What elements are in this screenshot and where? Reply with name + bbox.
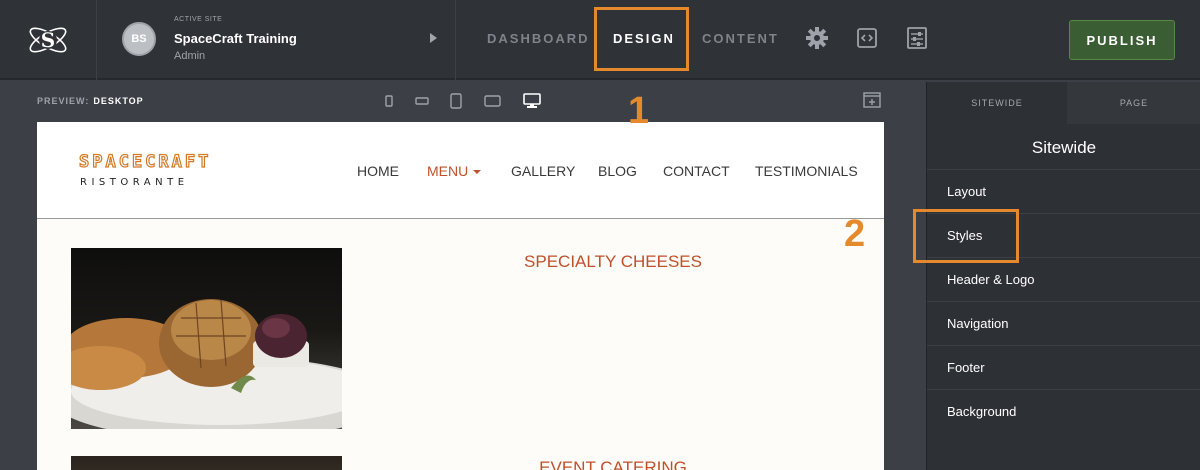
bread-photo[interactable]	[71, 248, 342, 429]
site-nav-gallery[interactable]: GALLERY	[511, 163, 575, 179]
panel-item-layout[interactable]: Layout	[927, 169, 1200, 213]
active-site-switcher[interactable]: BS ACTIVE SITE SpaceCraft Training Admin	[98, 0, 456, 80]
styles-item-highlight	[913, 209, 1019, 263]
site-nav-blog[interactable]: BLOG	[598, 163, 637, 179]
panel-item-label: Layout	[947, 184, 987, 199]
app-logo[interactable]: S	[0, 0, 97, 80]
svg-text:S: S	[41, 28, 55, 52]
section-title-catering: EVENT CATERING	[539, 458, 687, 470]
panel-title: Sitewide	[1031, 138, 1097, 157]
user-role: Admin	[174, 50, 206, 62]
caret-down-icon	[473, 170, 482, 174]
tab-content[interactable]: CONTENT	[702, 31, 779, 46]
sliders-icon[interactable]	[905, 26, 929, 50]
phone-portrait-icon[interactable]	[385, 95, 393, 107]
top-bar: S BS ACTIVE SITE SpaceCraft Training Adm…	[0, 0, 1200, 80]
site-nav-testimonials[interactable]: TESTIMONIALS	[755, 163, 858, 179]
panel-item-label: Footer	[947, 360, 985, 375]
desktop-icon[interactable]	[523, 93, 541, 109]
tab-dashboard[interactable]: DASHBOARD	[487, 31, 590, 46]
add-window-icon[interactable]	[863, 92, 881, 108]
panel-item-footer[interactable]: Footer	[927, 345, 1200, 389]
section-title-cheeses: SPECIALTY CHEESES	[524, 252, 702, 271]
site-nav-contact[interactable]: CONTACT	[663, 163, 730, 179]
site-nav-menu[interactable]: MENU	[427, 163, 482, 179]
panel-item-label: Header & Logo	[947, 272, 1035, 287]
tablet-portrait-icon[interactable]	[450, 93, 462, 109]
publish-button[interactable]: PUBLISH	[1069, 20, 1175, 60]
site-logo-title[interactable]: SPACECRAFT	[78, 151, 211, 172]
code-icon[interactable]	[855, 26, 879, 50]
bread-plate-image	[71, 299, 342, 429]
preview-toolbar: PREVIEW: DESKTOP	[0, 82, 922, 120]
panel-item-label: Background	[947, 404, 1017, 419]
spacecraft-logo-icon: S	[29, 27, 67, 53]
active-site-label: ACTIVE SITE	[174, 16, 223, 23]
callout-number-1: 1	[628, 90, 650, 132]
preview-label: PREVIEW: DESKTOP	[37, 96, 144, 106]
play-arrow-icon[interactable]	[430, 33, 437, 43]
panel-item-navigation[interactable]: Navigation	[927, 301, 1200, 345]
catering-photo[interactable]	[71, 456, 342, 470]
site-preview-frame: SPACECRAFT RISTORANTE HOME MENU GALLERY …	[37, 122, 884, 470]
site-nav-home[interactable]: HOME	[357, 163, 399, 179]
phone-landscape-icon[interactable]	[415, 97, 429, 105]
panel-item-header-logo[interactable]: Header & Logo	[927, 257, 1200, 301]
site-logo-subtitle: RISTORANTE	[80, 177, 189, 188]
gear-icon[interactable]	[805, 26, 829, 50]
site-nav-menu-label: MENU	[427, 163, 469, 179]
active-site-name: SpaceCraft Training	[174, 31, 297, 46]
site-header: SPACECRAFT RISTORANTE HOME MENU GALLERY …	[37, 122, 884, 219]
panel-tab-sitewide[interactable]: SITEWIDE	[927, 82, 1067, 124]
panel-tab-page[interactable]: PAGE	[1067, 82, 1200, 124]
callout-number-2: 2	[844, 213, 866, 255]
design-tab-highlight	[594, 7, 689, 71]
design-side-panel: SITEWIDE PAGE Sitewide Layout Styles Hea…	[926, 82, 1200, 470]
panel-item-background[interactable]: Background	[927, 389, 1200, 433]
preview-label-text: PREVIEW:	[37, 96, 90, 106]
tablet-landscape-icon[interactable]	[484, 95, 501, 107]
avatar: BS	[122, 22, 156, 56]
preview-mode: DESKTOP	[93, 96, 144, 106]
panel-item-label: Navigation	[947, 316, 1009, 331]
